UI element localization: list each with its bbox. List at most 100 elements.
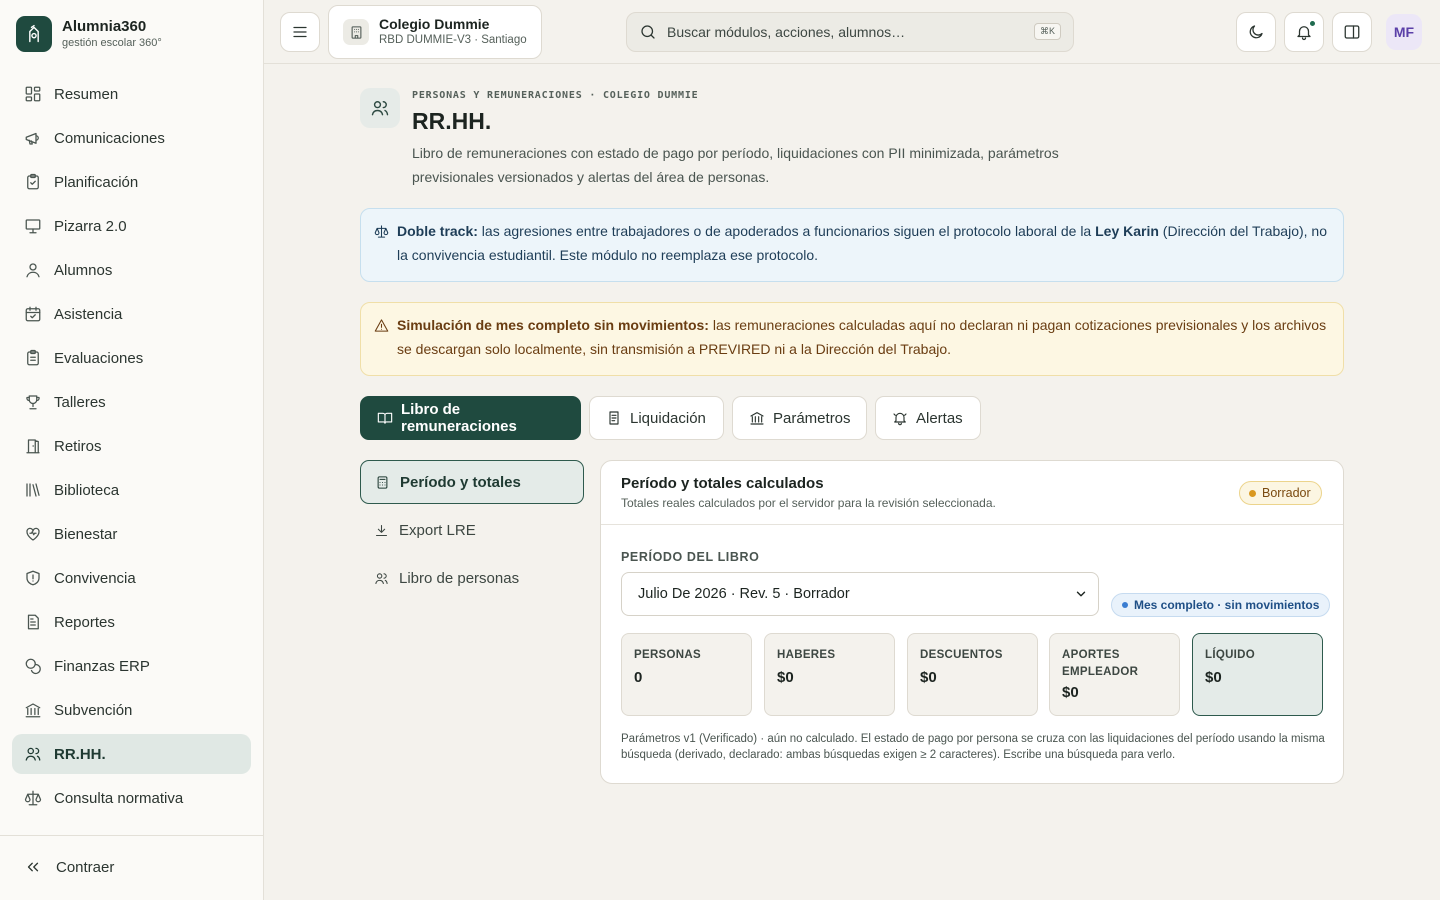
school-sub: RBD DUMMIE-V3 · Santiago xyxy=(379,34,527,46)
sidebar-item-label: RR.HH. xyxy=(54,745,106,763)
page-description: Libro de remuneraciones con estado de pa… xyxy=(412,145,1059,185)
stat-label: HABERES xyxy=(777,649,836,661)
sidebar-item-consulta-normativa[interactable]: Consulta normativa xyxy=(12,778,251,818)
sidebar-item-label: Resumen xyxy=(54,85,119,103)
subnav-label: Libro de personas xyxy=(399,569,520,587)
sidebar-item-rrhh[interactable]: RR.HH. xyxy=(12,734,251,774)
stat-label: PERSONAS xyxy=(634,649,701,661)
sidebar-item-retiros[interactable]: Retiros xyxy=(12,426,251,466)
sidebar-item-label: Evaluaciones xyxy=(54,349,144,367)
tab-libro-remuneraciones[interactable]: Libro de remuneraciones xyxy=(360,396,581,440)
sidebar-item-resumen[interactable]: Resumen xyxy=(12,74,251,114)
topbar: Colegio Dummie RBD DUMMIE-V3 · Santiago … xyxy=(264,0,1440,64)
sidebar-item-label: Comunicaciones xyxy=(54,129,165,147)
search-shortcut: ⌘K xyxy=(1033,23,1061,40)
trophy-icon xyxy=(26,395,40,410)
stat-label: LÍQUIDO xyxy=(1205,649,1256,661)
sidebar-item-bienestar[interactable]: Bienestar xyxy=(12,514,251,554)
sidebar-item-pizarra[interactable]: Pizarra 2.0 xyxy=(12,206,251,246)
stat-value: $0 xyxy=(920,669,937,686)
search-input[interactable]: Buscar módulos, acciones, alumnos… ⌘K xyxy=(626,12,1074,52)
info-alert-lead: Doble track: xyxy=(397,223,478,239)
stat-label: DESCUENTOS xyxy=(920,649,1003,661)
school-selector[interactable]: Colegio Dummie RBD DUMMIE-V3 · Santiago xyxy=(328,5,542,59)
sidebar-item-convivencia[interactable]: Convivencia xyxy=(12,558,251,598)
page-title: RR.HH. xyxy=(412,108,492,134)
period-select[interactable]: Julio De 2026 · Rev. 5 · Borrador xyxy=(621,572,1099,616)
sidebar: Alumnia360 gestión escolar 360° Resumen … xyxy=(0,0,264,900)
stat-value: $0 xyxy=(1205,669,1222,686)
users-icon xyxy=(360,88,400,128)
sidebar-item-label: Alumnos xyxy=(54,261,113,279)
avatar[interactable]: MF xyxy=(1386,14,1422,50)
tab-label: Alertas xyxy=(916,409,963,427)
tab-alertas[interactable]: Alertas xyxy=(875,396,981,440)
book-open-icon xyxy=(377,412,393,424)
warning-icon xyxy=(374,319,389,332)
moon-icon xyxy=(1249,25,1263,39)
brand-name: Alumnia360 xyxy=(62,18,147,35)
file-text-icon xyxy=(27,614,39,630)
stat-value: $0 xyxy=(777,669,794,686)
brand-logo-icon xyxy=(16,16,52,52)
page-eyebrow: PERSONAS Y REMUNERACIONES · COLEGIO DUMM… xyxy=(412,90,699,101)
subnav-libro-personas[interactable]: Libro de personas xyxy=(360,556,584,600)
tab-parametros[interactable]: Parámetros xyxy=(732,396,867,440)
sidebar-item-reportes[interactable]: Reportes xyxy=(12,602,251,642)
download-icon xyxy=(375,524,388,536)
subnav-label: Período y totales xyxy=(400,473,521,491)
sidebar-item-label: Talleres xyxy=(54,393,106,411)
sidebar-item-alumnos[interactable]: Alumnos xyxy=(12,250,251,290)
warning-alert: Simulación de mes completo sin movimient… xyxy=(360,302,1344,376)
notification-dot xyxy=(1309,20,1316,27)
subnav-periodo-totales[interactable]: Período y totales xyxy=(360,460,584,504)
receipt-icon xyxy=(609,411,619,425)
clipboard-check-icon xyxy=(27,173,39,190)
door-icon xyxy=(26,439,40,454)
sidebar-item-subvencion[interactable]: Subvención xyxy=(12,690,251,730)
stat-liquido: LÍQUIDO $0 xyxy=(1192,633,1323,716)
scale-icon xyxy=(24,790,42,806)
tab-label: Parámetros xyxy=(773,409,851,427)
menu-button[interactable] xyxy=(280,12,320,52)
stat-personas: PERSONAS 0 xyxy=(621,633,752,716)
sidebar-item-label: Planificación xyxy=(54,173,139,191)
search-placeholder: Buscar módulos, acciones, alumnos… xyxy=(667,24,906,40)
clipboard-list-icon xyxy=(27,349,39,366)
brand[interactable]: Alumnia360 gestión escolar 360° xyxy=(16,16,162,52)
sidebar-item-comunicaciones[interactable]: Comunicaciones xyxy=(12,118,251,158)
tab-liquidacion[interactable]: Liquidación xyxy=(589,396,724,440)
landmark-icon xyxy=(750,412,764,425)
warning-alert-lead: Simulación de mes completo sin movimient… xyxy=(397,317,709,333)
brand-tagline: gestión escolar 360° xyxy=(62,37,162,49)
theme-toggle-button[interactable] xyxy=(1236,12,1276,52)
sidebar-item-label: Bienestar xyxy=(54,525,118,543)
sidebar-item-label: Biblioteca xyxy=(54,481,120,499)
collapse-sidebar-button[interactable]: Contraer xyxy=(24,858,114,876)
sidebar-item-evaluaciones[interactable]: Evaluaciones xyxy=(12,338,251,378)
subnav-export-lre[interactable]: Export LRE xyxy=(360,508,584,552)
sidebar-item-label: Finanzas ERP xyxy=(54,657,150,675)
sidebar-item-talleres[interactable]: Talleres xyxy=(12,382,251,422)
period-field-label: PERÍODO DEL LIBRO xyxy=(621,550,760,564)
sidebar-item-asistencia[interactable]: Asistencia xyxy=(12,294,251,334)
panel-toggle-button[interactable] xyxy=(1332,12,1372,52)
stat-value: $0 xyxy=(1062,684,1079,701)
search-icon xyxy=(641,25,655,39)
sidebar-item-planificacion[interactable]: Planificación xyxy=(12,162,251,202)
card-header: Período y totales calculados Totales rea… xyxy=(601,461,1343,525)
notifications-button[interactable] xyxy=(1284,12,1324,52)
sidebar-item-label: Asistencia xyxy=(54,305,123,323)
bell-ring-icon xyxy=(893,412,907,426)
status-badge: Borrador xyxy=(1239,481,1322,505)
landmark-icon xyxy=(25,703,41,718)
users-icon xyxy=(375,572,388,584)
presentation-icon xyxy=(25,219,41,234)
sidebar-item-biblioteca[interactable]: Biblioteca xyxy=(12,470,251,510)
menu-icon xyxy=(293,26,307,38)
sidebar-item-label: Reportes xyxy=(54,613,115,631)
sidebar-item-label: Retiros xyxy=(54,437,102,455)
sidebar-item-finanzas[interactable]: Finanzas ERP xyxy=(12,646,251,686)
mode-pill: Mes completo · sin movimientos xyxy=(1111,593,1331,617)
sidebar-footer: Contraer xyxy=(0,835,263,876)
